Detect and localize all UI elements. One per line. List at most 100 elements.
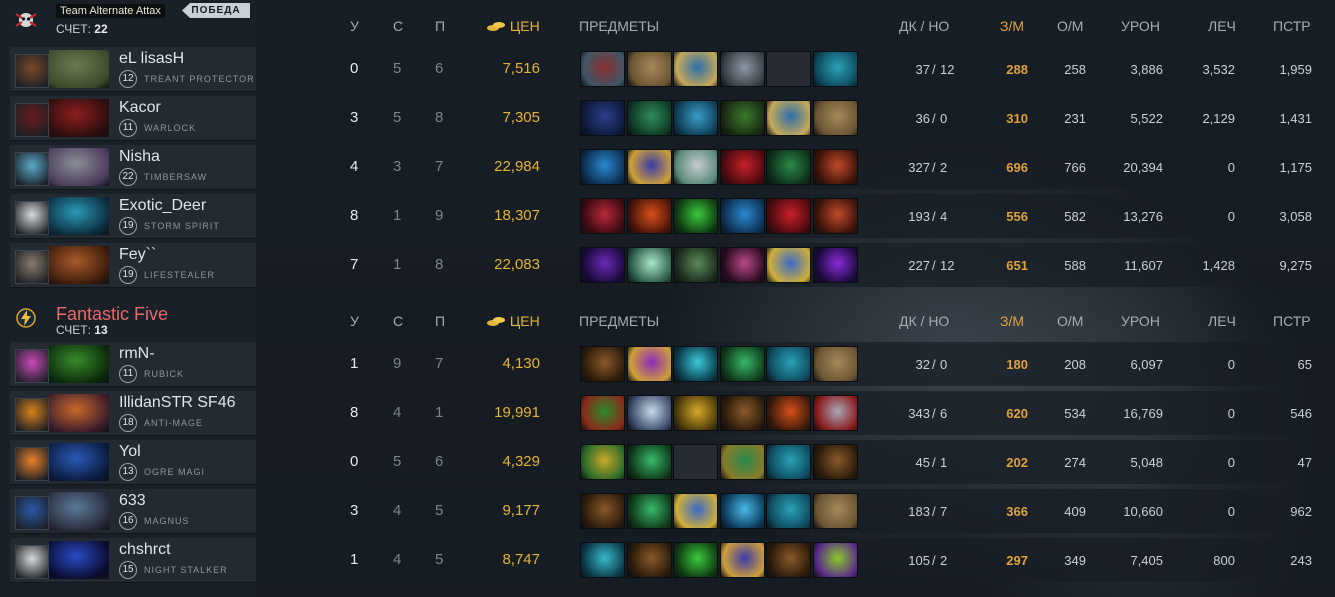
- item-slot-icon[interactable]: [673, 346, 718, 382]
- item-slot-icon[interactable]: [626, 100, 672, 136]
- item-slot-icon[interactable]: [719, 149, 765, 185]
- hero-portrait[interactable]: [49, 443, 109, 481]
- player-name[interactable]: 633: [119, 492, 146, 510]
- item-slot-icon[interactable]: [673, 100, 718, 136]
- item-slot-icon[interactable]: [719, 100, 765, 136]
- item-slot-icon[interactable]: [812, 100, 858, 136]
- item-slot-icon[interactable]: [766, 247, 811, 283]
- item-slot-icon[interactable]: [812, 51, 858, 87]
- player-card[interactable]: chshrct 15 NIGHT STALKER: [10, 538, 256, 583]
- item-slot-icon[interactable]: [719, 346, 765, 382]
- item-slot-icon[interactable]: [580, 444, 625, 480]
- player-card[interactable]: Kacor 11 WARLOCK: [10, 96, 256, 141]
- item-slot-icon[interactable]: [626, 247, 672, 283]
- player-card[interactable]: rmN- 11 RUBICK: [10, 342, 256, 387]
- player-name[interactable]: Kacor: [119, 99, 161, 117]
- player-name[interactable]: IllidanSTR SF46: [119, 394, 236, 412]
- hero-portrait[interactable]: [49, 246, 109, 284]
- item-slot-icon[interactable]: [812, 493, 858, 529]
- hero-portrait[interactable]: [49, 541, 109, 579]
- item-slot-icon[interactable]: [580, 395, 625, 431]
- player-card[interactable]: Fey`` 19 LIFESTEALER: [10, 243, 256, 288]
- player-card[interactable]: IllidanSTR SF46 18 ANTI-MAGE: [10, 391, 256, 436]
- item-slot-icon[interactable]: [626, 51, 672, 87]
- item-slot-icon[interactable]: [673, 493, 718, 529]
- player-avatar[interactable]: [15, 349, 49, 383]
- player-avatar[interactable]: [15, 103, 49, 137]
- player-name[interactable]: eL lisasH: [119, 50, 184, 68]
- player-card[interactable]: Nisha 22 TIMBERSAW: [10, 145, 256, 190]
- item-slot-icon[interactable]: [580, 51, 625, 87]
- hero-portrait[interactable]: [49, 345, 109, 383]
- item-slot-icon[interactable]: [719, 395, 765, 431]
- item-slot-icon[interactable]: [673, 395, 718, 431]
- item-slot-icon[interactable]: [626, 542, 672, 578]
- player-avatar[interactable]: [15, 545, 49, 579]
- player-avatar[interactable]: [15, 201, 49, 235]
- item-slot-icon[interactable]: [626, 444, 672, 480]
- player-name[interactable]: chshrct: [119, 541, 171, 559]
- item-slot-icon[interactable]: [812, 444, 858, 480]
- item-slot-icon[interactable]: [626, 395, 672, 431]
- item-slot-icon[interactable]: [766, 149, 811, 185]
- item-slot-icon[interactable]: [812, 198, 858, 234]
- item-slot-icon[interactable]: [580, 100, 625, 136]
- player-card[interactable]: Exotic_Deer 19 STORM SPIRIT: [10, 194, 256, 239]
- item-slot-icon[interactable]: [766, 100, 811, 136]
- player-card[interactable]: Yol 13 OGRE MAGI: [10, 440, 256, 485]
- item-slot-icon[interactable]: [719, 198, 765, 234]
- item-slot-icon[interactable]: [766, 346, 811, 382]
- item-slot-icon[interactable]: [673, 542, 718, 578]
- item-slot-icon[interactable]: [580, 542, 625, 578]
- item-slot-icon[interactable]: [812, 149, 858, 185]
- item-slot-icon[interactable]: [626, 149, 672, 185]
- item-slot-icon[interactable]: [580, 247, 625, 283]
- item-slot-icon[interactable]: [719, 51, 765, 87]
- item-slot-icon[interactable]: [580, 149, 625, 185]
- item-slot-icon[interactable]: [626, 346, 672, 382]
- player-avatar[interactable]: [15, 152, 49, 186]
- item-slot-icon[interactable]: [812, 395, 858, 431]
- player-avatar[interactable]: [15, 398, 49, 432]
- item-slot-icon[interactable]: [580, 493, 625, 529]
- item-slot-icon[interactable]: [580, 198, 625, 234]
- item-slot-icon[interactable]: [673, 149, 718, 185]
- player-avatar[interactable]: [15, 447, 49, 481]
- player-avatar[interactable]: [15, 250, 49, 284]
- item-slot-icon[interactable]: [812, 542, 858, 578]
- player-avatar[interactable]: [15, 496, 49, 530]
- item-slot-icon[interactable]: [626, 493, 672, 529]
- empty-item-slot[interactable]: [766, 51, 811, 87]
- item-slot-icon[interactable]: [673, 51, 718, 87]
- item-slot-icon[interactable]: [766, 542, 811, 578]
- item-slot-icon[interactable]: [766, 198, 811, 234]
- item-slot-icon[interactable]: [812, 346, 858, 382]
- item-slot-icon[interactable]: [719, 444, 765, 480]
- hero-portrait[interactable]: [49, 197, 109, 235]
- player-name[interactable]: Exotic_Deer: [119, 197, 206, 215]
- item-slot-icon[interactable]: [766, 395, 811, 431]
- item-slot-icon[interactable]: [626, 198, 672, 234]
- item-slot-icon[interactable]: [673, 198, 718, 234]
- empty-item-slot[interactable]: [673, 444, 718, 480]
- item-slot-icon[interactable]: [719, 247, 765, 283]
- player-name[interactable]: Yol: [119, 443, 141, 461]
- item-slot-icon[interactable]: [580, 346, 625, 382]
- hero-portrait[interactable]: [49, 99, 109, 137]
- item-slot-icon[interactable]: [812, 247, 858, 283]
- item-slot-icon[interactable]: [719, 542, 765, 578]
- player-avatar[interactable]: [15, 54, 49, 88]
- item-slot-icon[interactable]: [719, 493, 765, 529]
- item-slot-icon[interactable]: [673, 247, 718, 283]
- hero-portrait[interactable]: [49, 50, 109, 88]
- item-slot-icon[interactable]: [766, 493, 811, 529]
- player-name[interactable]: rmN-: [119, 345, 155, 363]
- hero-portrait[interactable]: [49, 492, 109, 530]
- item-slot-icon[interactable]: [766, 444, 811, 480]
- player-name[interactable]: Fey``: [119, 246, 156, 264]
- player-name[interactable]: Nisha: [119, 148, 160, 166]
- player-card[interactable]: eL lisasH 12 TREANT PROTECTOR: [10, 47, 256, 92]
- hero-portrait[interactable]: [49, 148, 109, 186]
- hero-portrait[interactable]: [49, 394, 109, 432]
- player-card[interactable]: 633 16 MAGNUS: [10, 489, 256, 534]
